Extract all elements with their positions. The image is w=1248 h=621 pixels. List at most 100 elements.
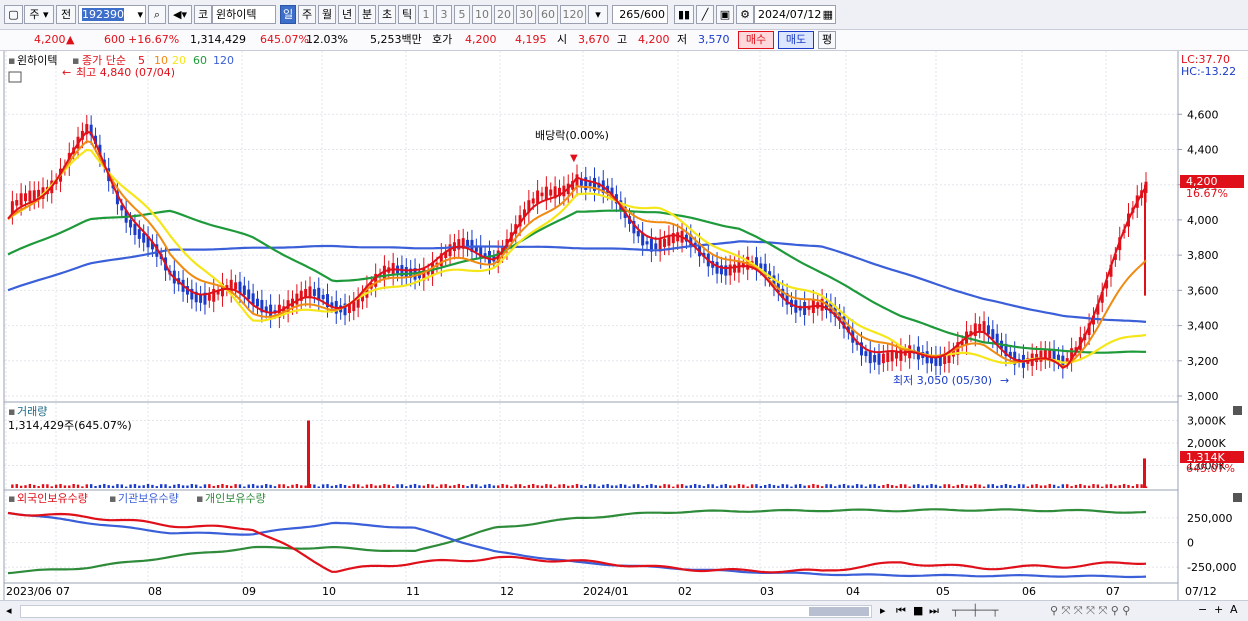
interval-5[interactable]: 5	[454, 5, 470, 24]
price-tick-label: 4,000	[1187, 214, 1219, 227]
code-value: 192390	[82, 8, 124, 21]
volume-bar	[803, 485, 806, 488]
period-year[interactable]: 년	[338, 5, 356, 24]
zoom-in-icon[interactable]: +	[1214, 603, 1223, 616]
volume-bar	[1096, 484, 1100, 488]
x-tick-label: 03	[760, 585, 774, 598]
count-value: 265	[619, 8, 641, 21]
volume-bar	[177, 483, 180, 488]
candle-body	[982, 321, 986, 333]
volume-bar	[619, 483, 622, 488]
count-field[interactable]: 265/600	[612, 5, 668, 24]
interval-3[interactable]: 3	[436, 5, 452, 24]
gear-icon[interactable]: ⚙	[736, 5, 754, 24]
volume-bar	[567, 485, 570, 488]
stop-icon[interactable]: ■	[913, 604, 923, 617]
volume-bar	[820, 486, 824, 488]
volume-bar	[107, 485, 110, 488]
volume-bar	[571, 485, 574, 488]
stock-chart[interactable]: ▪ 윈하이텍 ▪ 종가 단순 5 10 20 60 120 LC:37.70 H…	[0, 51, 1248, 600]
hoga-value: 4,200	[465, 33, 497, 46]
volume-bar	[1031, 484, 1034, 488]
period-second[interactable]: 초	[378, 5, 396, 24]
buy-button[interactable]: 매수	[738, 31, 774, 49]
eval-button[interactable]: 평	[818, 31, 836, 49]
speaker-icon[interactable]: ◀▾	[168, 5, 192, 24]
volume-bar	[956, 484, 959, 488]
volume-bar	[413, 483, 417, 488]
period-week[interactable]: 주	[298, 5, 316, 24]
volume-bar	[251, 484, 255, 488]
x-tick-label: 09	[242, 585, 256, 598]
volume-bar	[216, 484, 220, 488]
volume-bar	[698, 484, 701, 488]
code-input[interactable]: 192390 ▾	[78, 5, 146, 24]
volume-bar	[772, 485, 776, 488]
window-menu-icon[interactable]: ▢	[4, 5, 23, 24]
volume-bar	[1105, 484, 1108, 488]
tool-icons[interactable]: ⚲ ⤧ ⤧ ⤧ ⤧ ⚲ ⚲	[1050, 604, 1130, 618]
volume-bar	[103, 483, 106, 488]
volume-bar	[470, 484, 474, 488]
volume-bar	[1070, 486, 1073, 488]
volume-bar	[790, 486, 793, 488]
period-day[interactable]: 일	[280, 5, 296, 24]
scroll-left-icon[interactable]: ◂	[6, 604, 12, 617]
scroll-right-icon[interactable]: ▸	[880, 604, 886, 617]
tab-ju-label: 주	[29, 8, 40, 21]
stock-name-field[interactable]: 윈하이텍	[212, 5, 276, 24]
period-month[interactable]: 월	[318, 5, 336, 24]
candle-body	[312, 289, 316, 296]
x-tick-label: 04	[846, 585, 860, 598]
interval-60[interactable]: 60	[538, 5, 558, 24]
interval-dropdown-icon[interactable]: ▾	[588, 5, 608, 24]
draw-line-icon[interactable]: ╱	[696, 5, 714, 24]
period-minute[interactable]: 분	[358, 5, 376, 24]
scroll-thumb[interactable]	[809, 607, 869, 616]
volume-bar	[212, 485, 215, 488]
scroll-bar[interactable]: ◂ ▸ ⏮ ■ ⏭ ┬──┼──┬ ⚲ ⤧ ⤧ ⤧ ⤧ ⚲ ⚲ − + A	[0, 600, 1248, 621]
volume-value: 1,314,429	[190, 33, 246, 46]
volume-bar	[19, 485, 23, 488]
interval-10[interactable]: 10	[472, 5, 492, 24]
interval-120[interactable]: 120	[560, 5, 586, 24]
search-icon[interactable]: ⌕	[148, 5, 166, 24]
volume-bar	[1101, 486, 1104, 488]
volume-bar	[899, 484, 903, 488]
volume-bar	[728, 485, 732, 488]
min-price-arrow: →	[1000, 374, 1009, 387]
sell-button[interactable]: 매도	[778, 31, 814, 49]
interval-30[interactable]: 30	[516, 5, 536, 24]
volume-bar	[440, 484, 443, 488]
volume-bar	[326, 484, 329, 488]
period-tick[interactable]: 틱	[398, 5, 416, 24]
price-tick-label: 3,600	[1187, 284, 1219, 297]
save-icon[interactable]: ▣	[716, 5, 734, 24]
forward-icon[interactable]: ⏭	[929, 604, 939, 618]
tab-ju[interactable]: 주 ▾	[24, 5, 54, 24]
x-tick-label: 08	[148, 585, 162, 598]
rewind-icon[interactable]: ⏮	[896, 604, 906, 618]
font-size-icon[interactable]: A	[1230, 603, 1238, 616]
volume-bar	[356, 484, 360, 488]
volume-bar	[321, 484, 325, 488]
volume-bar	[536, 485, 539, 488]
interval-20[interactable]: 20	[494, 5, 514, 24]
tab-jeon[interactable]: 전	[56, 5, 76, 24]
candle-body	[663, 238, 667, 247]
zoom-out-icon[interactable]: −	[1198, 603, 1207, 616]
scroll-track[interactable]	[20, 605, 872, 618]
volume-bar	[89, 484, 93, 488]
date-field[interactable]: 2024/07/12 ▦	[754, 5, 836, 24]
price-tick-label: 4,600	[1187, 108, 1219, 121]
candle-body	[588, 182, 592, 187]
candle-body	[15, 200, 19, 206]
volume-ratio: 645.07%	[260, 33, 309, 46]
volume-bar	[904, 484, 907, 488]
volume-bar	[343, 485, 347, 488]
chart-tool-icon[interactable]: ▮▮	[674, 5, 694, 24]
volume-bar	[654, 485, 657, 488]
open-label: 시	[557, 33, 568, 46]
zoom-slider-icon[interactable]: ┬──┼──┬	[952, 604, 998, 617]
interval-1[interactable]: 1	[418, 5, 434, 24]
